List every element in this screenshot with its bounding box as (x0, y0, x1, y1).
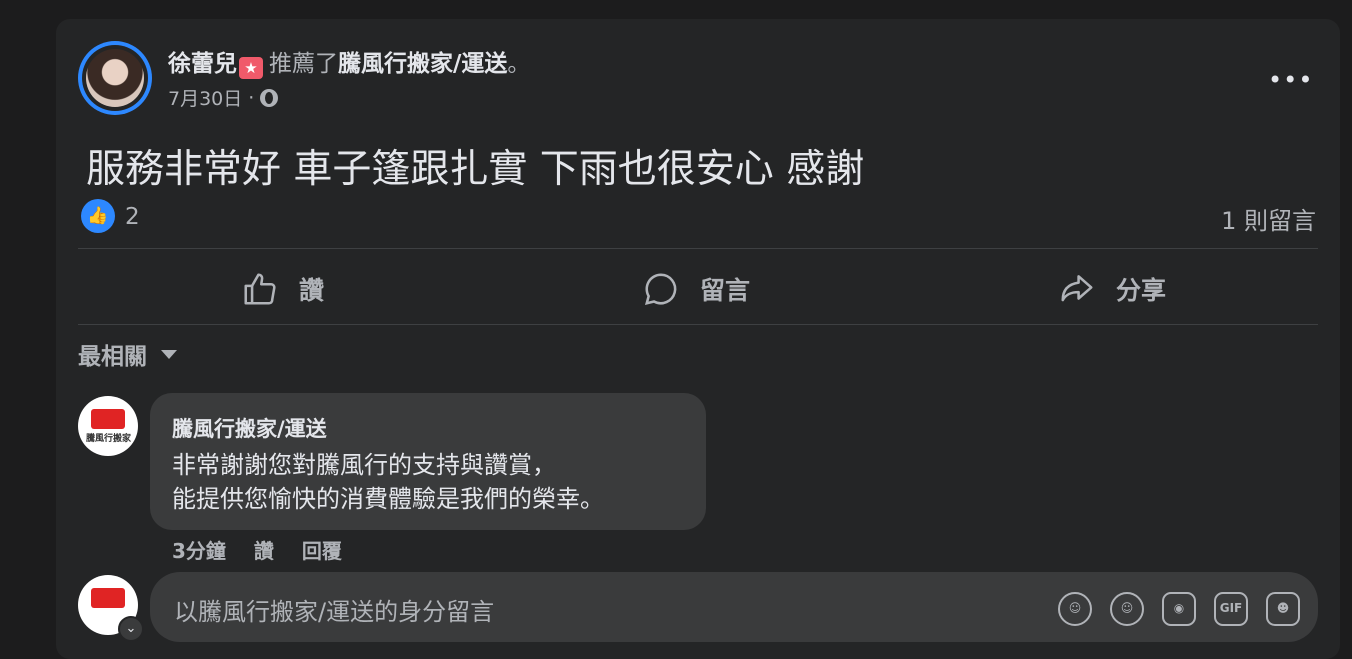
chevron-down-icon (161, 349, 177, 359)
recommend-text: 推薦了 (269, 51, 338, 77)
camera-icon[interactable]: ◉ (1162, 592, 1196, 626)
sticker-icon[interactable]: ☻ (1266, 592, 1300, 626)
composer-placeholder: 以騰風行搬家/運送的身分留言 (174, 598, 495, 626)
comment-composer[interactable]: 以騰風行搬家/運送的身分留言 ☺ ☺ ◉ GIF ☻ (150, 572, 1318, 642)
post-body: 服務非常好 車子篷跟扎實 下雨也很安心 感謝 (86, 147, 865, 192)
divider (78, 248, 1318, 249)
chevron-down-icon[interactable]: ⌄ (118, 616, 144, 642)
more-options-icon[interactable]: ••• (1268, 66, 1313, 94)
share-arrow-icon (1061, 275, 1093, 302)
like-button[interactable]: 讚 (241, 266, 324, 312)
comment-sort-dropdown[interactable]: 最相關 (78, 337, 177, 371)
comment-reply-button[interactable]: 回覆 (302, 535, 342, 564)
gif-icon[interactable]: GIF (1214, 592, 1248, 626)
comment-time[interactable]: 3分鐘 (172, 535, 226, 564)
share-button[interactable]: 分享 (1058, 266, 1166, 312)
comment-bubble: 騰風行搬家/運送 非常謝謝您對騰風行的支持與讚賞， 能提供您愉快的消費體驗是我們… (150, 393, 706, 530)
comment-button[interactable]: 留言 (642, 266, 750, 312)
comment-author[interactable]: 騰風行搬家/運送 (172, 413, 327, 443)
emoji-icon[interactable]: ☺ (1110, 592, 1144, 626)
author-avatar[interactable] (78, 41, 152, 115)
comment-like-button[interactable]: 讚 (254, 535, 274, 564)
page-name-link[interactable]: 騰風行搬家/運送 (338, 51, 507, 77)
recommend-star-icon: ★ (239, 57, 263, 79)
avatar-sticker-icon[interactable]: ☺ (1058, 592, 1092, 626)
thumbs-up-icon (244, 273, 276, 305)
post-date[interactable]: 7月30日 (168, 84, 242, 111)
comment-count[interactable]: 1 則留言 (1221, 201, 1316, 236)
author-name[interactable]: 徐蕾兒 (168, 51, 237, 77)
truck-logo-icon (91, 409, 125, 429)
like-reaction-icon[interactable]: 👍 (81, 199, 115, 233)
like-count[interactable]: 2 (125, 204, 140, 230)
divider (78, 324, 1318, 325)
globe-icon (260, 88, 279, 107)
comment-text-line: 能提供您愉快的消費體驗是我們的榮幸。 (172, 485, 604, 513)
truck-logo-icon (91, 588, 125, 608)
page-avatar[interactable]: 騰風行搬家 (78, 396, 138, 456)
comment-actions: 3分鐘 讚 回覆 (172, 535, 342, 564)
post-header: 徐蕾兒 ★ 推薦了騰風行搬家/運送。 (168, 51, 531, 79)
comment-bubble-icon (644, 273, 677, 305)
comment-text-line: 非常謝謝您對騰風行的支持與讚賞， (172, 451, 556, 479)
post-meta: 7月30日 · (168, 84, 279, 111)
